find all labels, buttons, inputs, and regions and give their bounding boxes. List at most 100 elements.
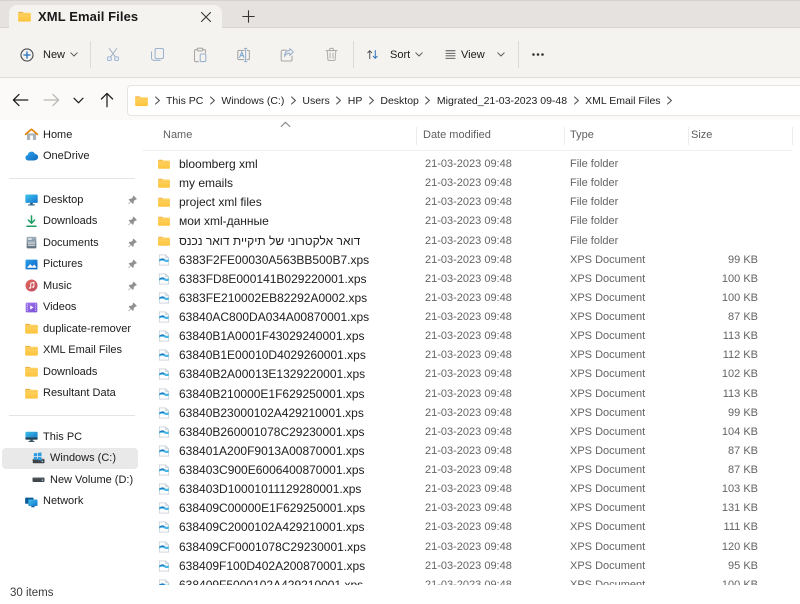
paste-button[interactable] (183, 32, 217, 77)
breadcrumb-item[interactable]: Windows (C:) (220, 95, 285, 107)
file-row[interactable]: 6383FD8E000141B029220001.xps21-03-2023 0… (140, 269, 800, 288)
file-row[interactable]: 638409C00000E1F629250001.xps21-03-2023 0… (140, 499, 800, 518)
sidebar-item-new-volume-d[interactable]: New Volume (D:) (2, 469, 138, 491)
new-tab-button[interactable] (236, 4, 260, 28)
column-header-size[interactable]: Size (691, 129, 712, 141)
file-date-modified: 21-03-2023 09:48 (425, 235, 512, 247)
file-type: XPS Document (570, 521, 645, 533)
file-row[interactable]: דואר אלקטרוני של תיקיית דואר נכנס21-03-2… (140, 231, 800, 250)
file-row[interactable]: 6383FE210002EB82292A0002.xps21-03-2023 0… (140, 288, 800, 307)
file-date-modified: 21-03-2023 09:48 (425, 292, 512, 304)
sidebar-item-label: duplicate-remover (43, 323, 138, 335)
file-row[interactable]: 638403C900E6006400870001.xps21-03-2023 0… (140, 461, 800, 480)
file-row[interactable]: 638401A200F9013A00870001.xps21-03-2023 0… (140, 441, 800, 460)
sidebar-item-network[interactable]: Network (2, 491, 138, 513)
file-size: 100 KB (722, 292, 758, 304)
chevron-down-icon (70, 52, 78, 57)
new-button[interactable]: New (20, 32, 78, 77)
cut-button[interactable] (96, 32, 130, 77)
pin-icon (128, 216, 138, 226)
file-row[interactable]: 63840B2A00013E1329220001.xps21-03-2023 0… (140, 365, 800, 384)
file-row[interactable]: 638409F100D402A200870001.xps21-03-2023 0… (140, 556, 800, 575)
file-name: 638409C00000E1F629250001.xps (179, 501, 365, 515)
file-row[interactable]: bloomberg xml21-03-2023 09:48File folder (140, 155, 800, 174)
recent-locations-button[interactable] (64, 85, 92, 115)
file-row[interactable]: 638409C2000102A429210001.xps21-03-2023 0… (140, 518, 800, 537)
address-bar[interactable]: This PC Windows (C:) Users HP Desktop Migrate… (127, 85, 800, 116)
sidebar-item-pictures[interactable]: Pictures (2, 254, 138, 276)
file-row[interactable]: 638409F5000102A429210001.xps21-03-2023 0… (140, 575, 800, 584)
sidebar-item-videos[interactable]: Videos (2, 297, 138, 319)
file-row[interactable]: 638403D10001011129280001.xps21-03-2023 0… (140, 480, 800, 499)
xps-file-icon (157, 367, 171, 381)
file-date-modified: 21-03-2023 09:48 (425, 464, 512, 476)
file-row[interactable]: 63840AC800DA034A00870001.xps21-03-2023 0… (140, 308, 800, 327)
rename-button[interactable] (227, 32, 261, 77)
breadcrumb-item[interactable]: HP (347, 95, 364, 107)
file-type: XPS Document (570, 254, 645, 266)
sidebar-item-resultant-data[interactable]: Resultant Data (2, 383, 138, 405)
breadcrumb-item[interactable]: XML Email Files (584, 95, 661, 107)
file-type: XPS Document (570, 368, 645, 380)
toolbar-separator (353, 41, 354, 68)
breadcrumb-chevron-icon[interactable] (662, 96, 678, 105)
file-row[interactable]: 63840B23000102A429210001.xps21-03-2023 0… (140, 403, 800, 422)
copy-button[interactable] (140, 32, 174, 77)
file-type: XPS Document (570, 407, 645, 419)
column-header-type[interactable]: Type (570, 129, 594, 141)
column-header-name[interactable]: Name (163, 129, 192, 141)
sidebar-item-downloads[interactable]: Downloads (2, 361, 138, 383)
folder-icon (157, 176, 171, 190)
column-header-date[interactable]: Date modified (423, 129, 491, 141)
sidebar-item-home[interactable]: Home (2, 124, 138, 146)
see-more-button[interactable] (524, 32, 552, 77)
column-divider[interactable] (564, 127, 565, 145)
file-row[interactable]: 638409CF0001078C29230001.xps21-03-2023 0… (140, 537, 800, 556)
file-row[interactable]: 6383F2FE00030A563BB500B7.xps21-03-2023 0… (140, 250, 800, 269)
file-name: 63840B210000E1F629250001.xps (179, 387, 365, 401)
sidebar-item-downloads[interactable]: Downloads (2, 211, 138, 233)
folder-icon (24, 386, 39, 401)
breadcrumb-item[interactable]: This PC (165, 95, 204, 107)
sidebar-item-xml-email-files[interactable]: XML Email Files (2, 340, 138, 362)
file-row[interactable]: my emails21-03-2023 09:48File folder (140, 174, 800, 193)
sidebar-item-desktop[interactable]: Desktop (2, 189, 138, 211)
tab-bar: XML Email Files (0, 0, 800, 28)
pin-icon (128, 259, 138, 269)
file-row[interactable]: project xml files21-03-2023 09:48File fo… (140, 193, 800, 212)
file-row[interactable]: мои xml-данные21-03-2023 09:48File folde… (140, 212, 800, 231)
sidebar-item-documents[interactable]: Documents (2, 232, 138, 254)
tab-close-button[interactable] (196, 7, 216, 27)
breadcrumb-item[interactable]: Migrated_21-03-2023 09-48 (436, 95, 568, 107)
delete-button[interactable] (314, 32, 348, 77)
share-button[interactable] (270, 32, 304, 77)
music-icon (24, 278, 39, 293)
sidebar-separator (9, 415, 135, 416)
view-button[interactable]: View (444, 32, 505, 77)
pictures-icon (24, 257, 39, 272)
up-button[interactable] (92, 85, 122, 115)
thispc-icon (24, 429, 39, 444)
file-row[interactable]: 63840B260001078C29230001.xps21-03-2023 0… (140, 422, 800, 441)
back-button[interactable] (5, 85, 35, 115)
column-divider[interactable] (688, 127, 689, 145)
file-row[interactable]: 63840B1E00010D4029260001.xps21-03-2023 0… (140, 346, 800, 365)
breadcrumb-item[interactable]: Desktop (379, 95, 420, 107)
sidebar-item-music[interactable]: Music (2, 275, 138, 297)
forward-button[interactable] (36, 85, 66, 115)
breadcrumb-item[interactable]: Users (301, 95, 330, 107)
sidebar-item-this-pc[interactable]: This PC (2, 426, 138, 448)
column-divider[interactable] (416, 127, 417, 145)
tab-xml-email-files[interactable]: XML Email Files (9, 5, 222, 29)
column-divider[interactable] (792, 127, 793, 145)
folder-icon (157, 234, 171, 248)
file-row[interactable]: 63840B1A0001F43029240001.xps21-03-2023 0… (140, 327, 800, 346)
file-type: File folder (570, 177, 618, 189)
sidebar-item-onedrive[interactable]: OneDrive (2, 146, 138, 168)
sidebar-item-label: Windows (C:) (50, 452, 138, 464)
sidebar-item-windows-c[interactable]: Windows (C:) (2, 448, 138, 470)
sort-button[interactable]: Sort (366, 32, 423, 77)
folder-icon (157, 195, 171, 209)
sidebar-item-duplicate-remover[interactable]: duplicate-remover (2, 318, 138, 340)
file-row[interactable]: 63840B210000E1F629250001.xps21-03-2023 0… (140, 384, 800, 403)
